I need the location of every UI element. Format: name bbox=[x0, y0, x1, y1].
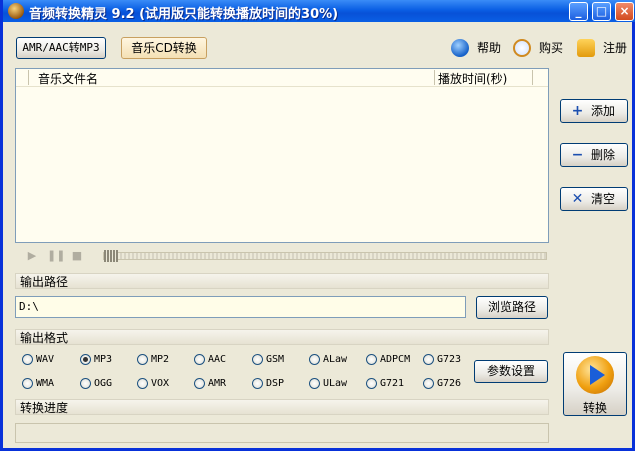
column-separator[interactable] bbox=[434, 70, 435, 85]
column-separator[interactable] bbox=[532, 70, 533, 85]
help-link[interactable]: 帮助 bbox=[451, 38, 505, 58]
tab-cd-convert[interactable]: 音乐CD转换 bbox=[121, 37, 207, 59]
radio-button[interactable] bbox=[137, 354, 148, 365]
maximize-button[interactable]: □ bbox=[592, 2, 611, 21]
output-format-section: 输出格式 bbox=[15, 329, 549, 345]
register-label: 注册 bbox=[603, 41, 628, 55]
radio-button[interactable] bbox=[309, 378, 320, 389]
player-bar: ▶ ❚❚ ■ bbox=[15, 246, 549, 266]
radio-button[interactable] bbox=[366, 354, 377, 365]
column-header-filename[interactable]: 音乐文件名 bbox=[38, 70, 98, 87]
buy-link[interactable]: 购买 bbox=[513, 38, 567, 58]
seek-bar[interactable] bbox=[103, 252, 547, 260]
radio-button[interactable] bbox=[194, 354, 205, 365]
radio-button[interactable] bbox=[252, 378, 263, 389]
delete-label: 删除 bbox=[591, 148, 616, 162]
register-link[interactable]: 注册 bbox=[577, 38, 631, 58]
convert-button[interactable]: 转换 bbox=[563, 352, 627, 416]
app-icon bbox=[8, 3, 24, 19]
convert-label: 转换 bbox=[582, 401, 607, 415]
app-window: 音频转换精灵 9.2 (试用版只能转换播放时间的30%) _ □ × AMR/A… bbox=[0, 0, 635, 451]
radio-button[interactable] bbox=[309, 354, 320, 365]
tab-amr-to-mp3[interactable]: AMR/AAC转MP3 bbox=[16, 37, 106, 59]
minus-icon: − bbox=[571, 147, 584, 163]
browse-button[interactable]: 浏览路径 bbox=[476, 296, 548, 319]
buy-icon bbox=[513, 39, 531, 57]
radio-button-selected[interactable] bbox=[80, 354, 91, 365]
pause-icon[interactable]: ❚❚ bbox=[47, 249, 65, 263]
progress-bar bbox=[15, 423, 549, 443]
clear-button[interactable]: ✕ 清空 bbox=[560, 187, 628, 211]
radio-button[interactable] bbox=[366, 378, 377, 389]
column-header-duration[interactable]: 播放时间(秒) bbox=[438, 70, 507, 87]
stop-icon[interactable]: ■ bbox=[70, 249, 84, 263]
radio-button[interactable] bbox=[22, 354, 33, 365]
minimize-button[interactable]: _ bbox=[569, 2, 588, 21]
radio-button[interactable] bbox=[80, 378, 91, 389]
clear-label: 清空 bbox=[591, 192, 616, 206]
radio-button[interactable] bbox=[194, 378, 205, 389]
radio-button[interactable] bbox=[22, 378, 33, 389]
radio-button[interactable] bbox=[423, 378, 434, 389]
delete-button[interactable]: − 删除 bbox=[560, 143, 628, 167]
radio-button[interactable] bbox=[252, 354, 263, 365]
add-button[interactable]: + 添加 bbox=[560, 99, 628, 123]
add-label: 添加 bbox=[591, 104, 616, 118]
play-convert-icon bbox=[576, 356, 614, 394]
radio-button[interactable] bbox=[137, 378, 148, 389]
radio-button[interactable] bbox=[423, 354, 434, 365]
params-settings-button[interactable]: 参数设置 bbox=[474, 360, 548, 383]
help-icon bbox=[451, 39, 469, 57]
progress-section: 转换进度 bbox=[15, 399, 549, 415]
title-bar[interactable]: 音频转换精灵 9.2 (试用版只能转换播放时间的30%) _ □ × bbox=[3, 0, 635, 22]
close-button[interactable]: × bbox=[615, 2, 634, 21]
plus-icon: + bbox=[571, 103, 584, 119]
file-list[interactable]: 音乐文件名 播放时间(秒) bbox=[15, 68, 549, 243]
lock-icon bbox=[577, 39, 595, 57]
x-icon: ✕ bbox=[571, 191, 584, 207]
play-icon[interactable]: ▶ bbox=[25, 249, 39, 263]
column-separator bbox=[28, 70, 29, 85]
buy-label: 购买 bbox=[539, 41, 564, 55]
seek-thumb[interactable] bbox=[104, 250, 118, 262]
file-list-header: 音乐文件名 播放时间(秒) bbox=[16, 69, 548, 87]
output-path-field[interactable]: D:\ bbox=[15, 296, 466, 318]
window-title: 音频转换精灵 9.2 (试用版只能转换播放时间的30%) bbox=[29, 7, 339, 22]
help-label: 帮助 bbox=[477, 41, 502, 55]
output-path-section: 输出路径 bbox=[15, 273, 549, 289]
